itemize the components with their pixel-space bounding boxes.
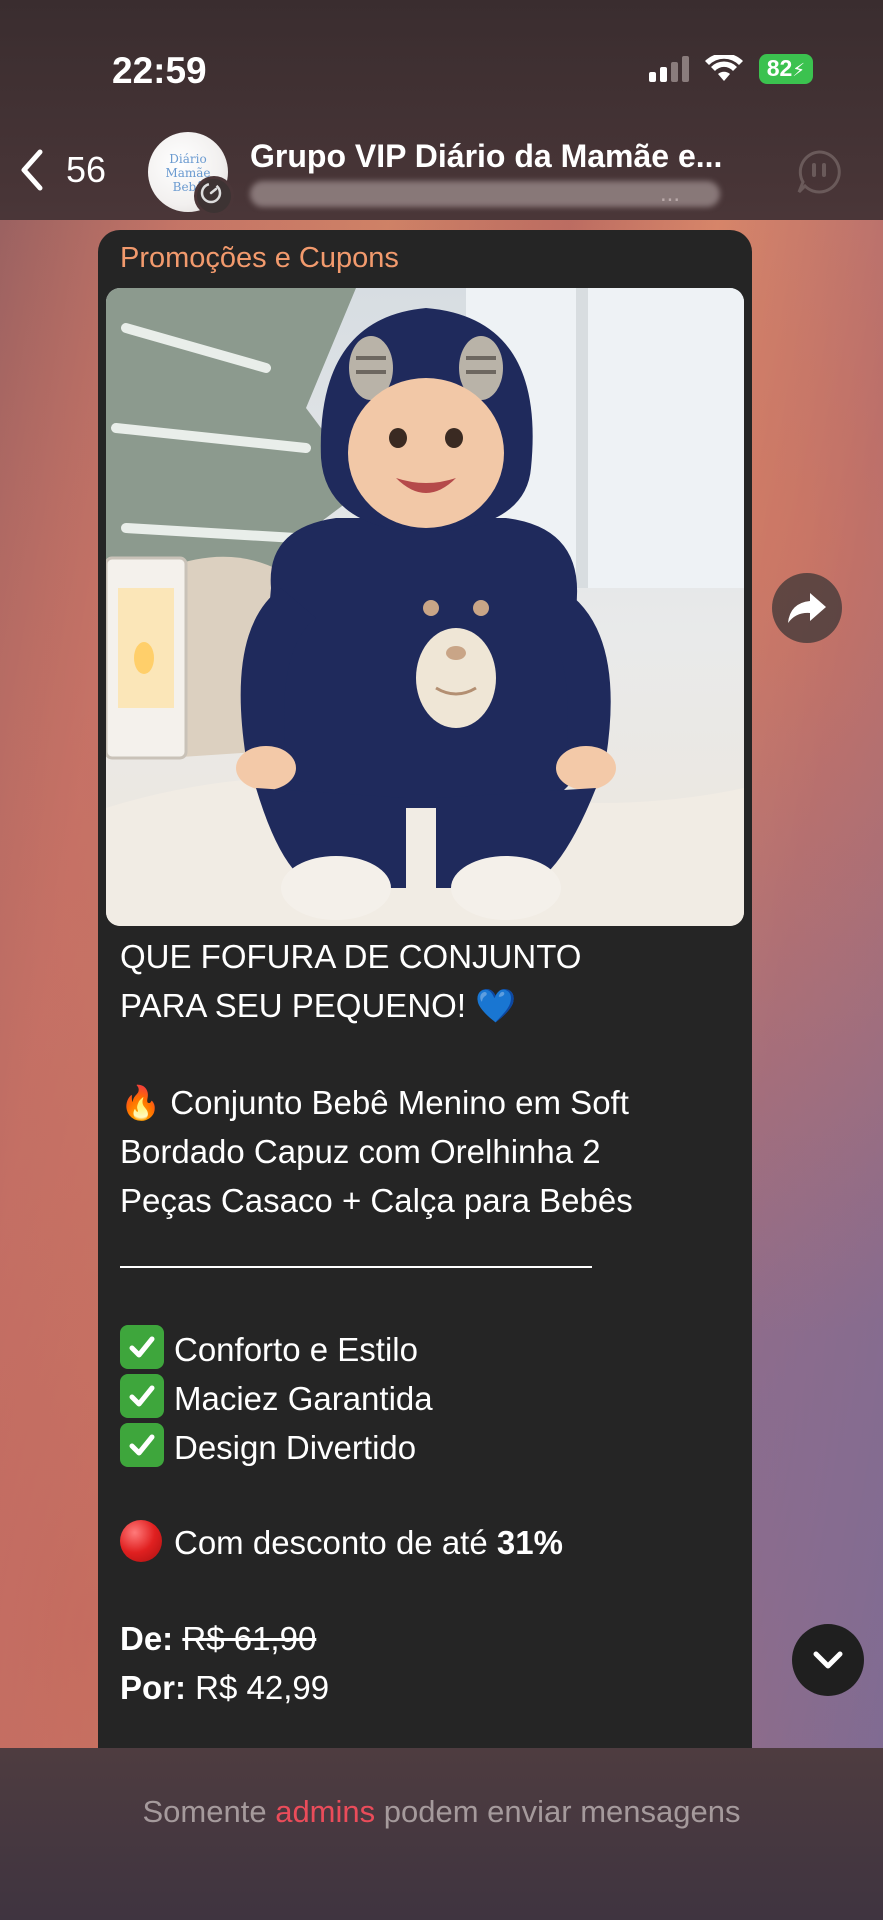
check-icon (120, 1374, 164, 1418)
message-bubble[interactable]: Promoções e Cupons QUE FOFURA DE CONJUNT… (98, 230, 752, 1750)
discount-text: Com desconto de até (174, 1524, 488, 1561)
product-photo[interactable] (106, 288, 744, 926)
back-button[interactable]: 56 (18, 148, 106, 192)
avatar-logo-line: Diário (169, 152, 207, 166)
price-to-label: Por: (120, 1669, 186, 1706)
check-icon (120, 1325, 164, 1369)
price-from-value: R$ 61,90 (182, 1620, 317, 1657)
sender-name[interactable]: Promoções e Cupons (120, 242, 399, 275)
signal-icon (648, 56, 689, 82)
feature-item: Design Divertido (120, 1423, 416, 1472)
price-to-value: R$ 42,99 (195, 1669, 330, 1706)
admins-only-notice: Somente admins podem enviar mensagens (0, 1794, 883, 1830)
price-from-label: De: (120, 1620, 174, 1657)
baby-outfit-illustration (106, 288, 744, 926)
notice-admins: admins (275, 1794, 376, 1829)
discount-line: Com desconto de até 31% (120, 1518, 563, 1567)
unread-count: 56 (66, 149, 107, 190)
product-title-line: 🔥 Conjunto Bebê Menino em Soft (120, 1078, 629, 1127)
forward-icon (788, 593, 826, 623)
battery-icon: 82⚡ (758, 54, 813, 84)
feature-item: Maciez Garantida (120, 1374, 433, 1423)
voice-chat-icon[interactable] (795, 148, 843, 196)
composer-disabled-bar: Somente admins podem enviar mensagens (0, 1748, 883, 1920)
back-chevron-icon (21, 149, 43, 191)
feature-label: Maciez Garantida (174, 1380, 433, 1417)
timer-badge-icon (194, 176, 234, 216)
headline-line: QUE FOFURA DE CONJUNTO (120, 938, 582, 975)
discount-value: 31% (496, 1524, 563, 1561)
feature-item: Conforto e Estilo (120, 1325, 418, 1374)
fire-icon: 🔥 (120, 1084, 162, 1121)
forward-button[interactable] (772, 573, 842, 643)
notice-suffix: podem enviar mensagens (383, 1794, 741, 1829)
product-title-text: Conjunto Bebê Menino em Soft (170, 1084, 629, 1121)
chat-header: 22:59 82⚡ 56 Diário Mamãe Bebê Grupo VIP… (0, 0, 883, 220)
notice-prefix: Somente (142, 1794, 267, 1829)
feature-label: Conforto e Estilo (174, 1331, 418, 1368)
blurred-subtitle (250, 181, 720, 207)
chat-subtitle: ... (660, 180, 681, 207)
price-from-line: De: R$ 61,90 (120, 1614, 316, 1663)
group-avatar[interactable]: Diário Mamãe Bebê (148, 132, 234, 216)
price-to-line: Por: R$ 42,99 (120, 1663, 329, 1712)
headline-line: PARA SEU PEQUENO! 💙 (120, 987, 517, 1024)
battery-level: 82 (766, 55, 793, 81)
status-time: 22:59 (112, 50, 207, 91)
red-circle-icon (120, 1520, 162, 1562)
divider (120, 1266, 592, 1268)
feature-label: Design Divertido (174, 1429, 417, 1466)
scroll-down-icon (813, 1651, 843, 1669)
product-title-line: Bordado Capuz com Orelhinha 2 (120, 1133, 601, 1170)
scroll-down-button[interactable] (792, 1624, 864, 1696)
chat-title[interactable]: Grupo VIP Diário da Mamãe e... (250, 138, 722, 175)
status-icons: 82⚡ (648, 54, 813, 84)
check-icon (120, 1423, 164, 1467)
product-title-line: Peças Casaco + Calça para Bebês (120, 1182, 633, 1219)
wifi-icon (704, 55, 743, 81)
